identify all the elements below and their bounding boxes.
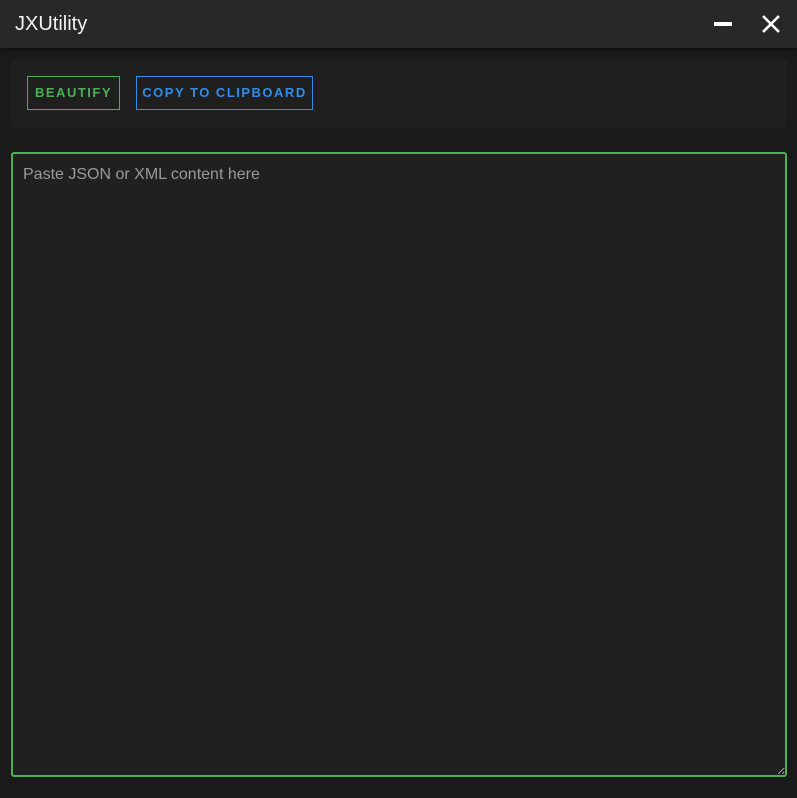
beautify-button[interactable]: BEAUTIFY bbox=[27, 76, 120, 110]
title-bar[interactable]: JXUtility bbox=[0, 0, 797, 48]
close-button[interactable] bbox=[757, 10, 785, 38]
content-input[interactable] bbox=[11, 152, 787, 777]
copy-to-clipboard-button[interactable]: COPY TO CLIPBOARD bbox=[136, 76, 313, 110]
minimize-icon bbox=[714, 22, 732, 26]
app-window: JXUtility BEAUTIFY COPY TO CLIPBOARD bbox=[0, 0, 797, 798]
close-icon bbox=[762, 15, 780, 33]
window-title: JXUtility bbox=[15, 13, 88, 35]
minimize-button[interactable] bbox=[709, 10, 737, 38]
toolbar: BEAUTIFY COPY TO CLIPBOARD bbox=[11, 60, 787, 128]
